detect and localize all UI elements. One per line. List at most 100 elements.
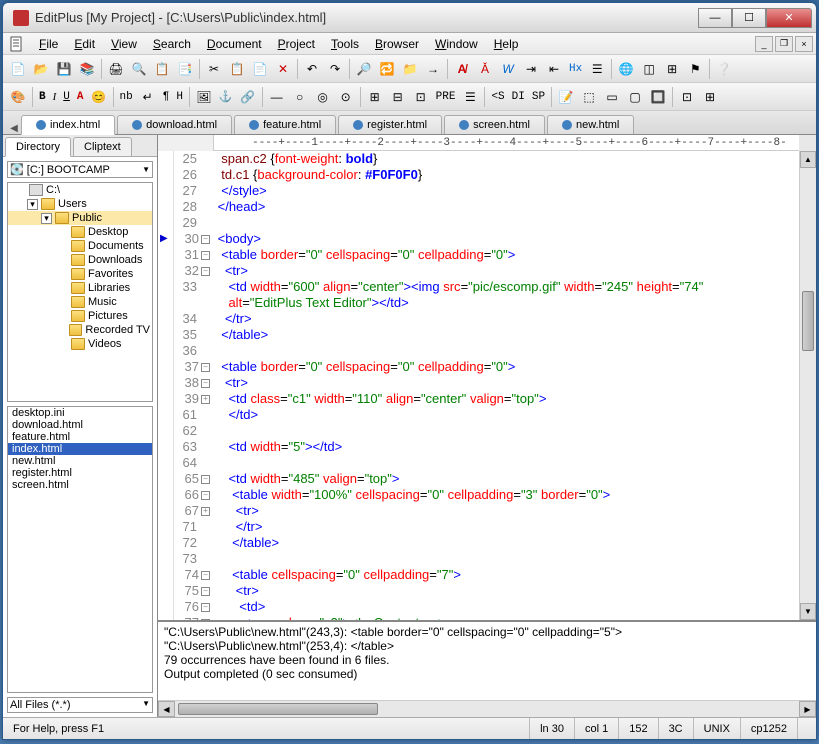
scroll-right-button[interactable]: ▶: [799, 701, 816, 717]
select-button[interactable]: ▭: [601, 86, 623, 108]
break-button[interactable]: ↵: [137, 86, 159, 108]
anchor-button[interactable]: ⚓: [216, 90, 236, 104]
folder-videos[interactable]: Videos: [8, 337, 152, 351]
menu-document[interactable]: Document: [199, 35, 270, 53]
sidebar-tab-cliptext[interactable]: Cliptext: [73, 137, 132, 157]
spell-button[interactable]: A̸: [451, 58, 473, 80]
menu-help[interactable]: Help: [486, 35, 527, 53]
tr-button[interactable]: ⊟: [387, 86, 409, 108]
find-button[interactable]: 🔎: [353, 58, 375, 80]
sidebar-tab-directory[interactable]: Directory: [5, 137, 71, 157]
paste-button[interactable]: 📄: [249, 58, 271, 80]
hex-button[interactable]: Hx: [566, 63, 585, 75]
fold-icon[interactable]: −: [201, 587, 210, 596]
file-feature-html[interactable]: feature.html: [8, 431, 152, 443]
fold-icon[interactable]: −: [201, 603, 210, 612]
div-button[interactable]: DI: [509, 91, 528, 103]
browser-button[interactable]: 🌐: [615, 58, 637, 80]
tab-new-html[interactable]: new.html: [547, 115, 634, 134]
fold-icon[interactable]: −: [201, 363, 210, 372]
script-button[interactable]: <S: [488, 91, 507, 103]
folder-users[interactable]: ▾Users: [8, 197, 152, 211]
file-screen-html[interactable]: screen.html: [8, 479, 152, 491]
mdi-close-button[interactable]: ×: [795, 36, 813, 52]
folder-libraries[interactable]: Libraries: [8, 281, 152, 295]
tab-screen-html[interactable]: screen.html: [444, 115, 545, 134]
find-files-button[interactable]: 📁: [399, 58, 421, 80]
center-button[interactable]: ◎: [312, 86, 334, 108]
nbsp-button[interactable]: nb: [117, 91, 136, 103]
fold-icon[interactable]: +: [201, 395, 210, 404]
folder-downloads[interactable]: Downloads: [8, 253, 152, 267]
mdi-minimize-button[interactable]: _: [755, 36, 773, 52]
folder-music[interactable]: Music: [8, 295, 152, 309]
copy-button[interactable]: 📋: [226, 58, 248, 80]
open-file-button[interactable]: 📂: [30, 58, 52, 80]
file-type-select[interactable]: All Files (*.*): [7, 697, 153, 713]
scroll-up-button[interactable]: ▲: [800, 151, 816, 168]
save-all-button[interactable]: 📚: [76, 58, 98, 80]
print-button[interactable]: 🖨: [105, 58, 127, 80]
output-pane[interactable]: "C:\Users\Public\new.html"(243,3): <tabl…: [158, 620, 816, 700]
window2-button[interactable]: ⊞: [661, 58, 683, 80]
underline-button[interactable]: U: [60, 91, 73, 103]
fold-icon[interactable]: −: [201, 379, 210, 388]
file-desktop-ini[interactable]: desktop.ini: [8, 407, 152, 419]
menu-window[interactable]: Window: [427, 35, 486, 53]
italic-button[interactable]: I: [50, 91, 60, 103]
input-button[interactable]: ⬚: [578, 86, 600, 108]
tab-scroll-left-button[interactable]: ◀: [7, 123, 21, 134]
menu-tools[interactable]: Tools: [323, 35, 367, 53]
vertical-scrollbar[interactable]: ▲ ▼: [799, 151, 816, 620]
replace-button[interactable]: 🔁: [376, 58, 398, 80]
fold-icon[interactable]: −: [201, 491, 210, 500]
heading-button[interactable]: H: [173, 91, 186, 103]
pre-button[interactable]: PRE: [433, 91, 459, 103]
image-button[interactable]: 🖼: [193, 86, 215, 108]
file-new-html[interactable]: new.html: [8, 455, 152, 467]
fold-icon[interactable]: −: [201, 235, 210, 244]
file-download-html[interactable]: download.html: [8, 419, 152, 431]
doc2-button[interactable]: 📑: [174, 58, 196, 80]
fold-icon[interactable]: −: [201, 267, 210, 276]
file-index-html[interactable]: index.html: [8, 443, 152, 455]
menu-file[interactable]: File: [31, 35, 66, 53]
tab-index-html[interactable]: index.html: [21, 115, 115, 135]
fold-icon[interactable]: −: [201, 571, 210, 580]
drive-select[interactable]: 💽 [C:] BOOTCAMP: [7, 161, 153, 178]
output-line[interactable]: "C:\Users\Public\new.html"(253,4): </tab…: [164, 639, 810, 653]
save-button[interactable]: 💾: [53, 58, 75, 80]
file-list[interactable]: desktop.inidownload.htmlfeature.htmlinde…: [7, 406, 153, 693]
wordwrap-button[interactable]: W: [497, 58, 519, 80]
folder-favorites[interactable]: Favorites: [8, 267, 152, 281]
bold-button[interactable]: B: [36, 91, 49, 103]
redo-button[interactable]: ↷: [324, 58, 346, 80]
emoji-button[interactable]: 😊: [88, 86, 110, 108]
outdent-button[interactable]: ⇤: [543, 58, 565, 80]
comment-button[interactable]: ○: [289, 86, 311, 108]
titlebar[interactable]: EditPlus [My Project] - [C:\Users\Public…: [3, 3, 816, 33]
indent-button[interactable]: ⇥: [520, 58, 542, 80]
cut-button[interactable]: ✂: [203, 58, 225, 80]
palette-button[interactable]: 🎨: [7, 86, 29, 108]
mdi-restore-button[interactable]: ❐: [775, 36, 793, 52]
form-button[interactable]: 📝: [555, 86, 577, 108]
folder-desktop[interactable]: Desktop: [8, 225, 152, 239]
menu-browser[interactable]: Browser: [367, 35, 427, 53]
new-file-button[interactable]: 📄: [7, 58, 29, 80]
table-button[interactable]: ⊞: [364, 86, 386, 108]
para-button[interactable]: ¶: [160, 91, 173, 103]
delete-button[interactable]: ✕: [272, 58, 294, 80]
scroll-down-button[interactable]: ▼: [800, 603, 816, 620]
td-button[interactable]: ⊡: [410, 86, 432, 108]
link-button[interactable]: 🔗: [237, 86, 259, 108]
blockquote-button[interactable]: ⊙: [335, 86, 357, 108]
output-line[interactable]: "C:\Users\Public\new.html"(243,3): <tabl…: [164, 625, 810, 639]
textarea-button[interactable]: ▢: [624, 86, 646, 108]
doc-button[interactable]: 📋: [151, 58, 173, 80]
folder-recorded tv[interactable]: Recorded TV: [8, 323, 152, 337]
folder-c[interactable]: C:\: [8, 183, 152, 197]
folder-pictures[interactable]: Pictures: [8, 309, 152, 323]
spell2-button[interactable]: Ǎ: [474, 58, 496, 80]
list-button[interactable]: ☰: [459, 86, 481, 108]
